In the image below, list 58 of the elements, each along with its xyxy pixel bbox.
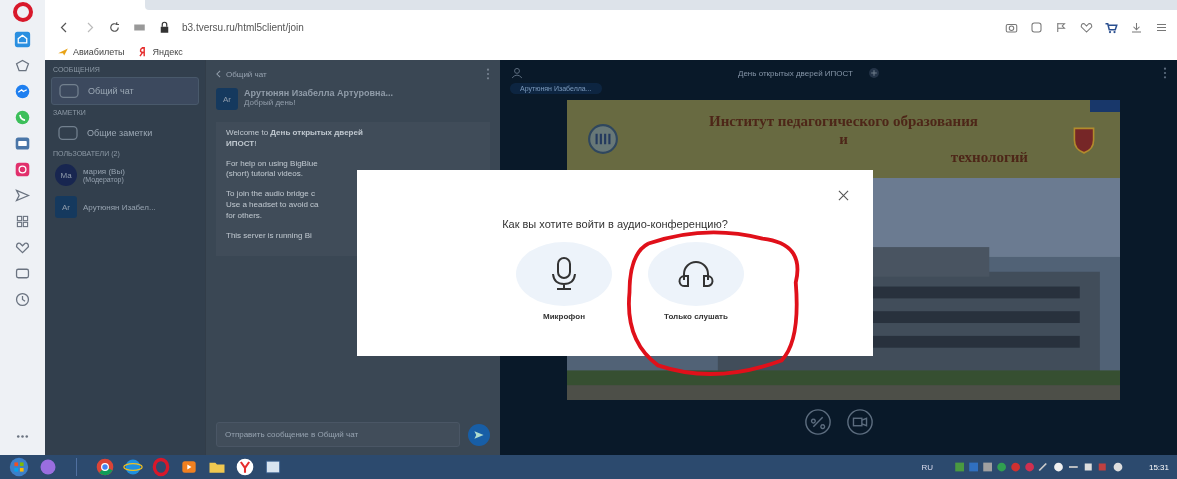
heart-icon[interactable] [14,239,31,256]
airplane-icon [57,46,69,58]
video-button[interactable] [845,408,874,436]
chat-back-link[interactable]: Общий чат [216,69,267,79]
user-icon[interactable] [510,66,524,80]
dialog-question: Как вы хотите войти в аудио-конференцию? [502,218,728,230]
audio-button[interactable] [803,408,832,436]
phone-bubble-icon[interactable] [14,109,31,126]
welcome-paragraph: Welcome to День открытых дверей ИПОСТ! [226,128,364,150]
address-field[interactable]: b3.tversu.ru/html5client/join [182,21,304,33]
chrome-icon[interactable] [95,457,115,477]
opera-logo-icon[interactable] [12,2,33,22]
globe-icon[interactable] [123,457,143,477]
close-icon[interactable] [838,190,849,201]
clock-icon[interactable] [14,291,31,308]
slide-title-line: Институт педагогического образования [709,112,978,130]
meeting-title: День открытых дверей ИПОСТ [738,68,853,78]
user-name[interactable]: мария (Вы) [83,167,125,176]
slide-title-line: технологий [950,148,1028,166]
welcome-paragraph: For help on using BigBlue (short) tutorial videos. [226,158,319,181]
vk-icon[interactable] [14,135,31,152]
chat-icon [58,82,80,100]
option-label[interactable]: Только слушать [664,312,728,321]
message-input[interactable]: Отправить сообщение в Общий чат [216,422,460,447]
message-author: Арутюнян Изабелла Артуровна... [244,88,393,98]
chat-icon [57,124,79,142]
audio-option[interactable]: Микрофон [516,242,612,321]
user-name[interactable]: Арутюнян Изабел... [83,202,156,212]
welcome-paragraph: To join the audio bridge c Use a headset to avoid ca for others. [226,189,320,222]
grid-icon[interactable] [14,213,31,230]
back-icon [216,70,221,78]
clock[interactable]: 15:31 [1148,462,1169,472]
more-icon[interactable] [1163,67,1167,79]
panel-item[interactable]: Общий чат [51,77,199,105]
chat-bubble-icon[interactable] [14,83,31,100]
slide-title-line: и [839,130,848,148]
emblem-icon [587,123,619,155]
message-text: Добрый день! [244,98,297,107]
option-label[interactable]: Микрофон [543,312,585,321]
send-button[interactable] [468,423,490,446]
home-icon[interactable] [14,31,31,48]
start-icon[interactable] [8,456,30,478]
language-indicator[interactable]: RU [921,462,933,472]
more-icon[interactable] [486,68,490,80]
camera-icon[interactable] [14,161,31,178]
bookmark-link[interactable]: Яндекс [152,47,183,57]
user-avatar: Ма [55,164,77,186]
reload-icon[interactable] [107,19,122,35]
plus-icon[interactable] [866,66,881,80]
send-icon[interactable] [14,187,31,204]
welcome-paragraph: This server is running Bi [226,230,313,242]
app-icon[interactable] [38,457,58,477]
shield-icon[interactable] [1029,19,1044,35]
bookmark-link[interactable]: Авиабилеты [73,47,125,57]
user-avatar: Ar [55,196,77,218]
yandex-browser-icon[interactable] [235,457,255,477]
panel-item[interactable]: Общие заметки [51,120,199,146]
user-avatar: Ar [216,88,238,110]
